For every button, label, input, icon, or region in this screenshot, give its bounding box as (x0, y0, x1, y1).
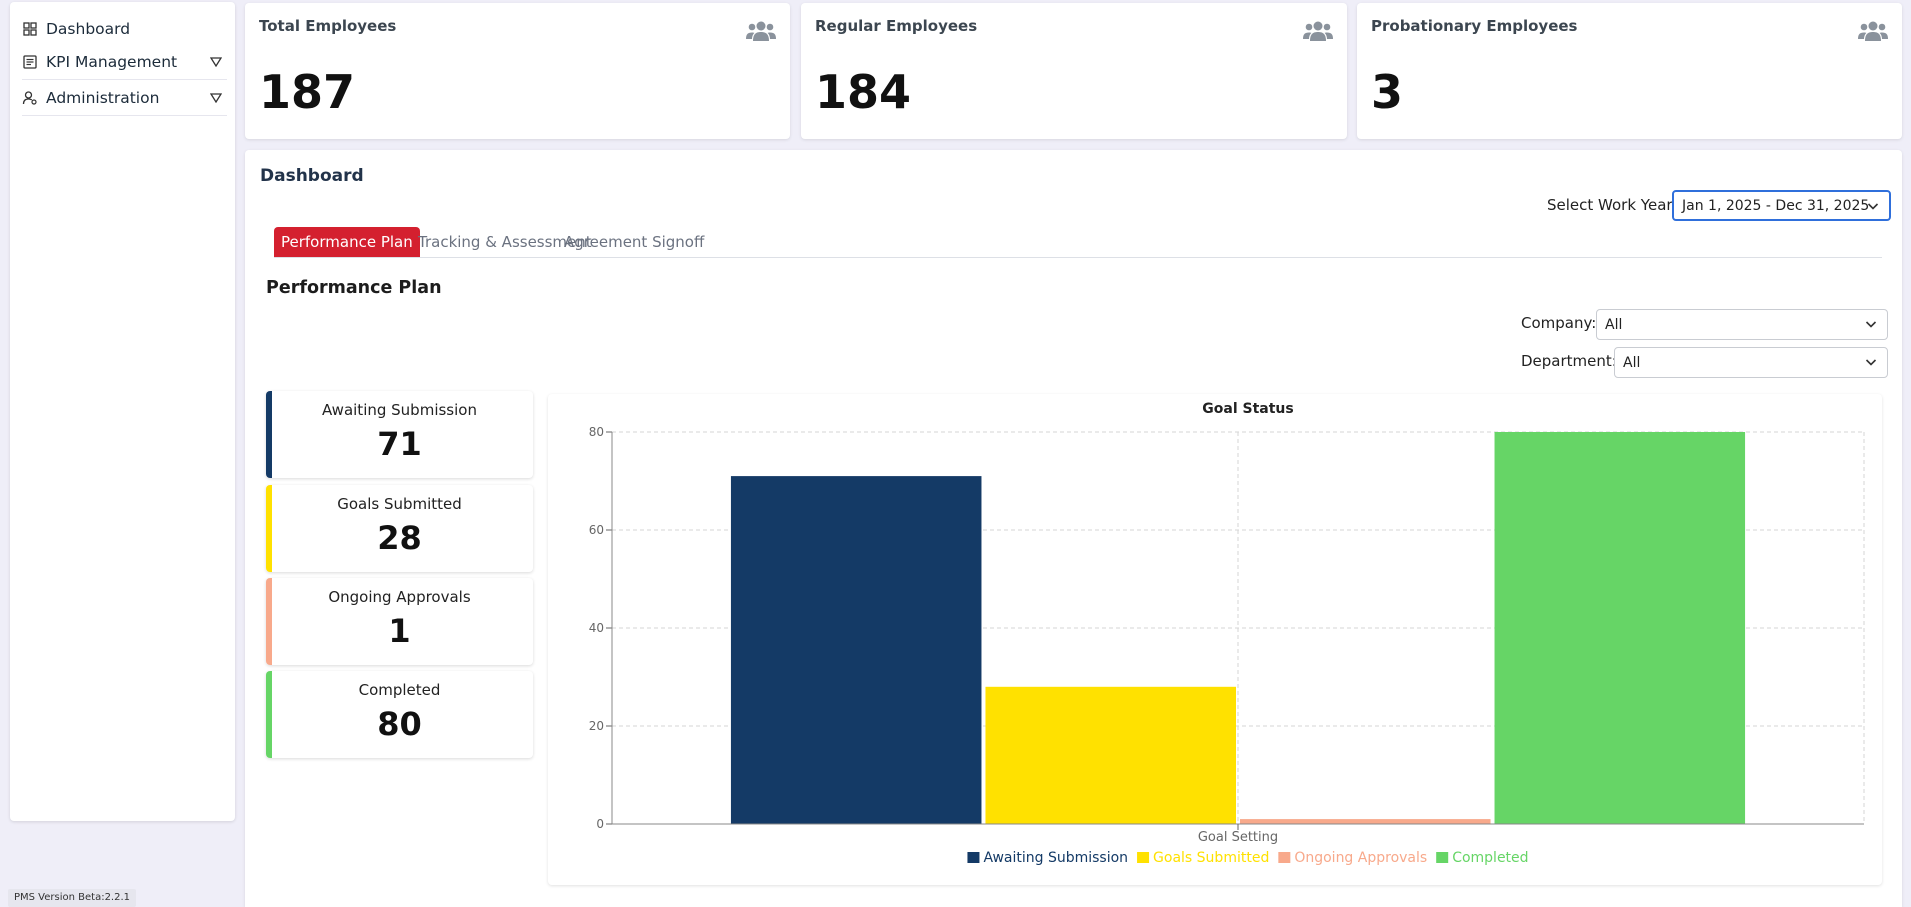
sidebar-item-administration[interactable]: Administration (22, 80, 227, 116)
legend-swatch (1137, 852, 1150, 863)
chevron-down-icon (1865, 356, 1877, 372)
legend-swatch (1436, 852, 1449, 863)
users-icon (1303, 19, 1333, 43)
status-value: 80 (377, 705, 422, 743)
bar-goals-submitted (985, 686, 1236, 824)
status-value: 71 (377, 425, 422, 463)
company-value: All (1605, 316, 1623, 333)
stat-title: Total Employees (259, 17, 397, 35)
chevron-down-icon (1867, 200, 1879, 216)
y-tick-label: 40 (589, 621, 604, 635)
department-value: All (1623, 354, 1641, 371)
legend-swatch (967, 852, 980, 863)
page-title: Dashboard (260, 166, 364, 186)
chart-canvas: Goal Status 0 20 40 60 80 Goal Setting Awaiting… (589, 401, 1865, 866)
tab-agreement-signoff[interactable]: Agreement Signoff (557, 227, 711, 257)
caret-down-icon[interactable] (209, 56, 223, 67)
status-card-goals-submitted: Goals Submitted 28 (266, 485, 533, 572)
legend-swatch (1278, 852, 1291, 863)
status-label: Goals Submitted (337, 495, 462, 513)
status-card-completed: Completed 80 (266, 671, 533, 758)
status-card-awaiting-submission: Awaiting Submission 71 (266, 391, 533, 478)
users-icon (746, 19, 776, 43)
bar-awaiting-submission (730, 476, 982, 824)
version-badge: PMS Version Beta:2.2.1 (8, 889, 137, 907)
list-icon (22, 54, 38, 70)
y-tick-label: 60 (589, 523, 604, 537)
sidebar-item-label: Dashboard (46, 20, 131, 38)
stat-title: Probationary Employees (1371, 17, 1578, 35)
status-card-ongoing-approvals: Ongoing Approvals 1 (266, 578, 533, 665)
stat-value: 184 (815, 65, 912, 119)
caret-down-icon[interactable] (209, 92, 223, 103)
stat-value: 3 (1371, 65, 1404, 119)
section-title: Performance Plan (266, 278, 442, 298)
sidebar-item-dashboard[interactable]: Dashboard (22, 14, 227, 44)
stat-card-regular-employees: Regular Employees 184 (801, 3, 1347, 139)
sidebar-item-kpi-management[interactable]: KPI Management (22, 44, 227, 80)
y-tick-label: 80 (589, 425, 604, 439)
legend-label: Awaiting Submission (983, 850, 1128, 866)
legend-label: Ongoing Approvals (1294, 850, 1427, 866)
work-year-value: Jan 1, 2025 - Dec 31, 2025 (1682, 197, 1870, 214)
stat-value: 187 (259, 65, 356, 119)
status-value: 1 (388, 612, 411, 650)
bar-completed (1494, 432, 1746, 824)
users-icon (1858, 19, 1888, 43)
y-tick-label: 20 (589, 719, 604, 733)
department-label: Department: (1521, 352, 1617, 370)
department-select[interactable]: All (1614, 347, 1888, 378)
chart-title: Goal Status (1202, 401, 1293, 417)
status-value: 28 (377, 519, 422, 557)
stat-card-total-employees: Total Employees 187 (245, 3, 790, 139)
status-label: Ongoing Approvals (328, 588, 471, 606)
work-year-select[interactable]: Jan 1, 2025 - Dec 31, 2025 (1672, 190, 1891, 221)
work-year-label: Select Work Year: (1547, 196, 1678, 214)
legend-label: Completed (1452, 850, 1528, 866)
status-label: Awaiting Submission (322, 401, 477, 419)
company-label: Company: (1521, 314, 1597, 332)
x-tick-label: Goal Setting (1198, 830, 1278, 845)
tab-bar: Performance Plan Tracking & Assessment A… (274, 227, 1882, 258)
legend-label: Goals Submitted (1153, 850, 1269, 866)
sidebar: Dashboard KPI Management Administration (10, 2, 235, 821)
sidebar-item-label: KPI Management (46, 52, 178, 71)
y-tick-label: 0 (596, 817, 604, 831)
stat-card-probationary-employees: Probationary Employees 3 (1357, 3, 1902, 139)
user-gear-icon (22, 90, 38, 106)
tab-performance-plan[interactable]: Performance Plan (274, 227, 420, 257)
chevron-down-icon (1865, 318, 1877, 334)
status-label: Completed (358, 681, 441, 699)
bar-ongoing-approvals (1240, 819, 1491, 824)
dashboard-panel: Dashboard Select Work Year: Jan 1, 2025 … (245, 150, 1902, 907)
grid-icon (22, 21, 38, 37)
sidebar-item-label: Administration (46, 88, 160, 107)
company-select[interactable]: All (1596, 309, 1888, 340)
goal-status-chart: Goal Status 0 20 40 60 80 Goal Setting Awaiting… (548, 394, 1882, 885)
stat-title: Regular Employees (815, 17, 978, 35)
